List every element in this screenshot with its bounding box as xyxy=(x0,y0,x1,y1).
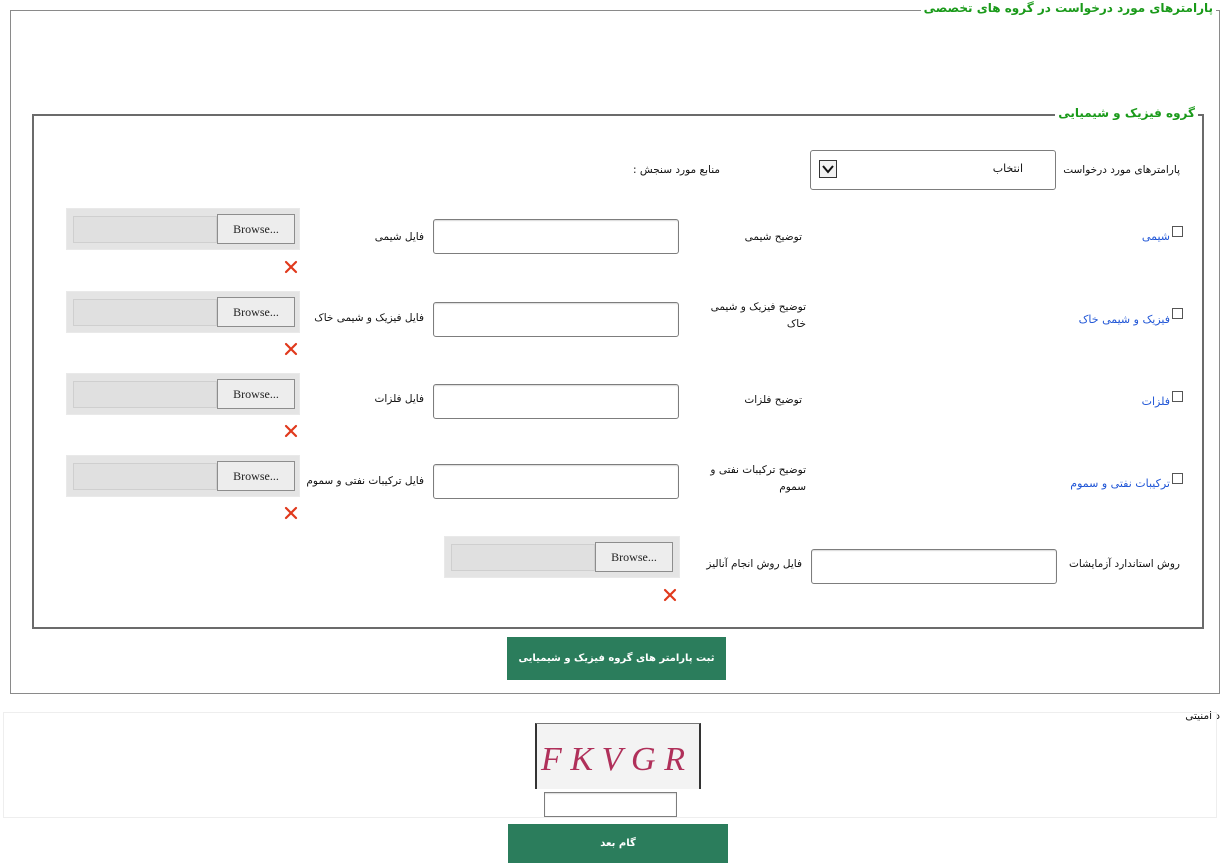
browse-button-soil-physics-chemistry[interactable]: Browse... xyxy=(217,297,295,327)
browse-button-petroleum-toxins[interactable]: Browse... xyxy=(217,461,295,491)
link-chemistry[interactable]: شیمی xyxy=(1142,230,1170,243)
params-select[interactable]: انتخاب xyxy=(810,150,1056,190)
source-label: منابع مورد سنجش : xyxy=(633,164,720,176)
desc-input-metals[interactable] xyxy=(433,384,679,419)
file-input-chemistry[interactable]: Browse... xyxy=(66,208,300,250)
submit-physics-chemistry-button[interactable]: ثبت پارامتر های گروه فیزیک و شیمیایی xyxy=(507,637,726,680)
file-label-chemistry: فایل شیمی xyxy=(374,231,424,243)
file-input-soil-physics-chemistry[interactable]: Browse... xyxy=(66,291,300,333)
captcha-image: FKVGR xyxy=(535,723,701,789)
checkbox-soil-physics-chemistry[interactable] xyxy=(1172,308,1183,319)
remove-icon[interactable] xyxy=(284,260,298,274)
file-path-petroleum-toxins xyxy=(73,463,217,490)
file-input-petroleum-toxins[interactable]: Browse... xyxy=(66,455,300,497)
file-path-metals xyxy=(73,381,217,408)
checkbox-metals[interactable] xyxy=(1172,391,1183,402)
desc-label-metals: توضیح فلزات xyxy=(744,394,802,406)
analysis-browse-button[interactable]: Browse... xyxy=(595,542,673,572)
link-metals[interactable]: فلزات xyxy=(1142,395,1170,408)
file-path-chemistry xyxy=(73,216,217,243)
standard-method-label: روش استاندارد آزمایشات xyxy=(1069,558,1180,570)
chevron-down-icon[interactable] xyxy=(819,160,837,178)
link-soil-physics-chemistry[interactable]: فیزیک و شیمی خاک xyxy=(1079,313,1170,326)
file-path-soil-physics-chemistry xyxy=(73,299,217,326)
desc-input-chemistry[interactable] xyxy=(433,219,679,254)
file-label-petroleum-toxins: فایل ترکیبات نفتی و سموم xyxy=(306,475,424,487)
standard-method-input[interactable] xyxy=(811,549,1057,584)
desc-label-chemistry: توضیح شیمی xyxy=(744,231,802,243)
remove-icon[interactable] xyxy=(663,588,677,602)
params-select-value: انتخاب xyxy=(992,162,1023,175)
desc-label-petroleum-toxins: توضیح ترکیبات نفتی و سموم xyxy=(710,464,806,493)
file-label-metals: فایل فلزات xyxy=(374,393,424,405)
browse-button-chemistry[interactable]: Browse... xyxy=(217,214,295,244)
file-input-metals[interactable]: Browse... xyxy=(66,373,300,415)
browse-button-metals[interactable]: Browse... xyxy=(217,379,295,409)
params-label: پارامترهای مورد درخواست xyxy=(1063,164,1180,176)
desc-label-soil-physics-chemistry: توضیح فیزیک و شیمی خاک xyxy=(710,301,806,330)
inner-legend: گروه فیزیک و شیمیایی xyxy=(1055,106,1198,120)
remove-icon[interactable] xyxy=(284,506,298,520)
analysis-file-path xyxy=(451,544,595,571)
link-petroleum-toxins[interactable]: ترکیبات نفتی و سموم xyxy=(1070,477,1170,490)
desc-input-soil-physics-chemistry[interactable] xyxy=(433,302,679,337)
file-label-soil-physics-chemistry: فایل فیزیک و شیمی خاک xyxy=(314,312,424,324)
remove-icon[interactable] xyxy=(284,424,298,438)
captcha-text: FKVGR xyxy=(540,741,691,778)
checkbox-petroleum-toxins[interactable] xyxy=(1172,473,1183,484)
remove-icon[interactable] xyxy=(284,342,298,356)
outer-legend: پارامترهای مورد درخواست در گروه های تخصص… xyxy=(920,1,1216,15)
captcha-input[interactable] xyxy=(544,792,677,817)
desc-input-petroleum-toxins[interactable] xyxy=(433,464,679,499)
next-step-button[interactable]: گام بعد xyxy=(508,824,728,863)
analysis-file-input[interactable]: Browse... xyxy=(444,536,680,578)
analysis-file-label: فایل روش انجام آنالیز xyxy=(706,558,802,570)
checkbox-chemistry[interactable] xyxy=(1172,226,1183,237)
